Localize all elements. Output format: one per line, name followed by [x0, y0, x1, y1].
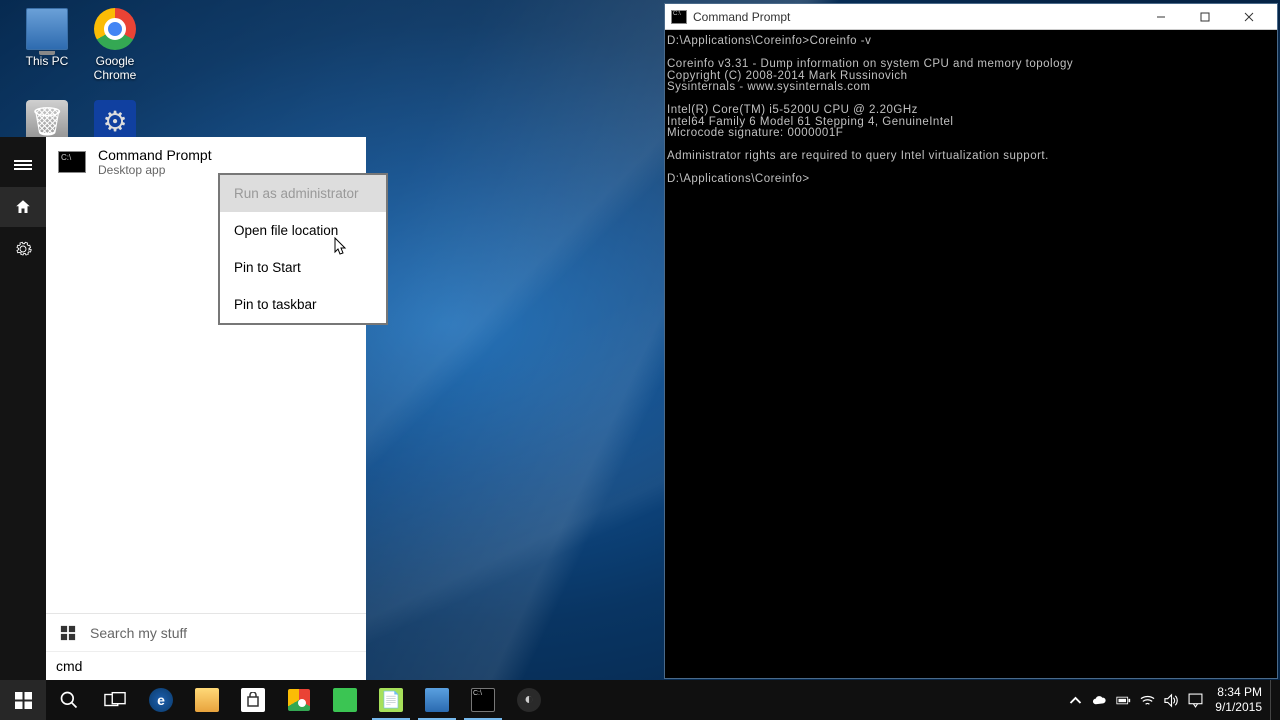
gears-icon: ⚙ [94, 100, 136, 142]
ctx-open-file-location[interactable]: Open file location [220, 212, 386, 249]
home-button[interactable] [0, 187, 46, 227]
search-input[interactable]: cmd [46, 651, 366, 680]
cmd-line: D:\Applications\Coreinfo> [667, 173, 810, 185]
settings-button[interactable] [0, 229, 46, 269]
command-prompt-window[interactable]: C:\ Command Prompt D:\Applications\Corei… [664, 3, 1278, 679]
tray-expand-button[interactable] [1063, 680, 1087, 720]
cmd-line: Sysinternals - www.sysinternals.com [667, 81, 870, 93]
tray-battery-icon[interactable] [1111, 680, 1135, 720]
search-my-stuff-label: Search my stuff [90, 625, 187, 641]
search-input-value: cmd [56, 658, 82, 674]
tray-volume-icon[interactable] [1159, 680, 1183, 720]
edge-icon: e [149, 688, 173, 712]
result-subtitle: Desktop app [98, 163, 212, 177]
chrome-icon [94, 8, 136, 50]
clock-date: 9/1/2015 [1215, 700, 1262, 715]
cmd-icon: C:\ [471, 688, 495, 712]
windows-logo-icon [15, 692, 32, 709]
start-search-panel: C:\ Command Prompt Desktop app Run as ad… [0, 137, 366, 680]
desktop-icon-chrome[interactable]: Google Chrome [78, 8, 152, 83]
this-pc-icon [26, 8, 68, 50]
ctx-pin-to-start[interactable]: Pin to Start [220, 249, 386, 286]
task-view-icon [104, 691, 126, 709]
clock-time: 8:34 PM [1215, 685, 1262, 700]
taskbar-app-chrome[interactable] [276, 680, 322, 720]
result-title: Command Prompt [98, 147, 212, 163]
cmd-titlebar[interactable]: C:\ Command Prompt [665, 4, 1277, 30]
app-icon [333, 688, 357, 712]
ctx-run-as-admin[interactable]: Run as administrator [220, 175, 386, 212]
start-body: C:\ Command Prompt Desktop app Run as ad… [46, 137, 366, 680]
taskbar: e 📄 C:\ ◐ 8:34 PM 9/1/2015 [0, 680, 1280, 720]
windows-logo-icon [60, 625, 76, 641]
mouse-cursor-icon [334, 237, 348, 257]
cmd-line: D:\Applications\Coreinfo>Coreinfo -v [667, 35, 871, 47]
cmd-icon: C:\ [58, 151, 86, 173]
cmd-body[interactable]: D:\Applications\Coreinfo>Coreinfo -v Cor… [665, 30, 1277, 192]
desktop-icon-label: This PC [10, 54, 84, 68]
taskbar-app-cmd[interactable]: C:\ [460, 680, 506, 720]
tray-onedrive-icon[interactable] [1087, 680, 1111, 720]
cmd-line: Coreinfo v3.31 - Dump information on sys… [667, 58, 1073, 70]
recycle-bin-icon: 🗑 [26, 100, 68, 142]
cmd-line: Copyright (C) 2008-2014 Mark Russinovich [667, 70, 908, 82]
desktop-icon-label: Google Chrome [78, 54, 152, 83]
hamburger-button[interactable] [0, 145, 46, 185]
cmd-line: Administrator rights are required to que… [667, 150, 1049, 162]
close-button[interactable] [1227, 4, 1271, 30]
start-button[interactable] [0, 680, 46, 720]
obs-icon: ◐ [517, 688, 541, 712]
taskbar-app-blue[interactable] [414, 680, 460, 720]
taskbar-app-green[interactable] [322, 680, 368, 720]
taskbar-app-explorer[interactable] [184, 680, 230, 720]
cmd-line: Intel(R) Core(TM) i5-5200U CPU @ 2.20GHz [667, 104, 918, 116]
search-icon [59, 690, 79, 710]
tray-notifications-icon[interactable] [1183, 680, 1207, 720]
taskbar-app-store[interactable] [230, 680, 276, 720]
show-desktop-button[interactable] [1270, 680, 1276, 720]
taskbar-app-edge[interactable]: e [138, 680, 184, 720]
app-icon [425, 688, 449, 712]
notepad-icon: 📄 [379, 688, 403, 712]
store-icon [241, 688, 265, 712]
taskbar-clock[interactable]: 8:34 PM 9/1/2015 [1207, 685, 1270, 715]
search-button[interactable] [46, 680, 92, 720]
cmd-title: Command Prompt [693, 10, 1139, 24]
tray-wifi-icon[interactable] [1135, 680, 1159, 720]
taskbar-app-obs[interactable]: ◐ [506, 680, 552, 720]
context-menu: Run as administrator Open file location … [218, 173, 388, 325]
desktop-icon-this-pc[interactable]: This PC [10, 8, 84, 68]
cmd-line: Microcode signature: 0000001F [667, 127, 843, 139]
task-view-button[interactable] [92, 680, 138, 720]
minimize-button[interactable] [1139, 4, 1183, 30]
ctx-pin-to-taskbar[interactable]: Pin to taskbar [220, 286, 386, 323]
search-my-stuff-button[interactable]: Search my stuff [46, 613, 366, 651]
start-rail [0, 137, 46, 680]
cmd-icon: C:\ [671, 10, 687, 24]
maximize-button[interactable] [1183, 4, 1227, 30]
cmd-line: Intel64 Family 6 Model 61 Stepping 4, Ge… [667, 116, 953, 128]
chrome-icon [288, 689, 310, 711]
taskbar-app-notepadpp[interactable]: 📄 [368, 680, 414, 720]
file-explorer-icon [195, 688, 219, 712]
